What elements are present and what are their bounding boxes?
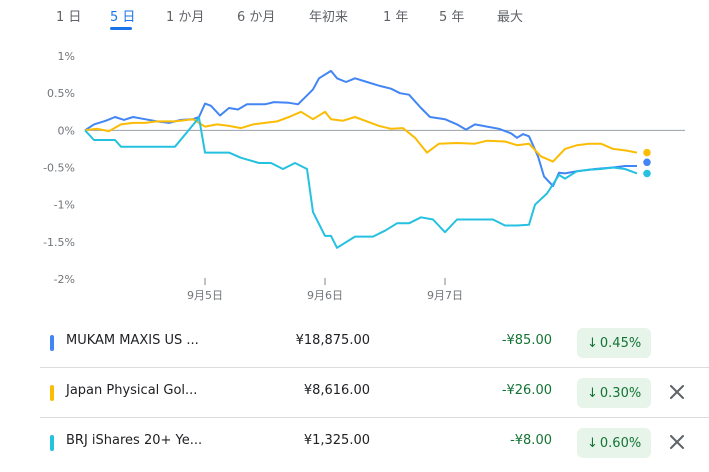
- x-tick-label: 9月6日: [307, 289, 343, 302]
- series-line-3: [84, 116, 638, 249]
- y-tick-label: -1%: [54, 199, 75, 212]
- y-tick-label: 0.5%: [47, 87, 75, 100]
- holding-row[interactable]: BRJ iShares 20+ Ye... ¥1,325.00 -¥8.00 ↓…: [40, 418, 709, 467]
- y-tick-label: -2%: [54, 273, 75, 286]
- series-line-2: [84, 110, 638, 163]
- range-tabs: 1 日 5 日 1 か月 6 か月 年初来 1 年 5 年 最大: [0, 0, 709, 36]
- active-tab-indicator: [110, 27, 132, 30]
- holding-price: ¥1,325.00: [303, 433, 370, 448]
- holding-change: -¥85.00: [501, 333, 552, 348]
- series-line-1: [84, 69, 637, 188]
- percent-change-badge: ↓ 0.30%: [577, 378, 652, 408]
- x-tick-label: 9月5日: [187, 289, 223, 302]
- series-end-marker-1: [641, 157, 653, 168]
- close-icon: [670, 435, 684, 449]
- tab-max[interactable]: 最大: [497, 6, 523, 25]
- arrow-down-icon: ↓: [587, 385, 598, 401]
- tab-5-day[interactable]: 5 日: [110, 6, 135, 25]
- arrow-down-icon: ↓: [587, 335, 598, 351]
- remove-comparison-button[interactable]: [665, 380, 689, 404]
- tab-5-year[interactable]: 5 年: [439, 6, 464, 25]
- percent-change-value: 0.60%: [599, 435, 642, 451]
- remove-comparison-button[interactable]: [665, 430, 689, 454]
- y-tick-label: -0.5%: [43, 162, 75, 175]
- y-tick-label: -1.5%: [43, 236, 75, 249]
- x-tick-label: 9月7日: [427, 289, 463, 302]
- tab-1-month[interactable]: 1 か月: [166, 6, 204, 25]
- holding-change: -¥8.00: [510, 433, 552, 448]
- comparison-chart[interactable]: 1% 0.5% 0% -0.5% -1% -1.5% -2% 9月5日 9月6日 9月7日: [0, 36, 709, 310]
- holding-price: ¥18,875.00: [295, 333, 370, 348]
- series-color-swatch: [50, 435, 54, 451]
- y-tick-label: 0%: [58, 124, 75, 137]
- holding-row[interactable]: MUKAM MAXIS US ... ¥18,875.00 -¥85.00 ↓ …: [40, 318, 709, 368]
- holding-change: -¥26.00: [501, 383, 552, 398]
- holding-row[interactable]: Japan Physical Gol... ¥8,616.00 -¥26.00 …: [40, 368, 709, 418]
- arrow-down-icon: ↓: [587, 435, 598, 451]
- percent-change-badge: ↓ 0.60%: [577, 428, 652, 458]
- close-icon: [670, 385, 684, 399]
- series-end-marker-3: [641, 168, 653, 179]
- holdings-list: MUKAM MAXIS US ... ¥18,875.00 -¥85.00 ↓ …: [40, 318, 709, 467]
- tab-6-month[interactable]: 6 か月: [237, 6, 275, 25]
- percent-change-value: 0.30%: [599, 385, 642, 401]
- holding-name: MUKAM MAXIS US ...: [66, 333, 199, 348]
- holding-name: Japan Physical Gol...: [66, 383, 198, 398]
- percent-change-badge: ↓ 0.45%: [577, 328, 652, 358]
- percent-change-value: 0.45%: [599, 335, 642, 351]
- series-end-marker-2: [641, 147, 653, 158]
- holding-price: ¥8,616.00: [303, 383, 370, 398]
- tab-ytd[interactable]: 年初来: [309, 6, 348, 25]
- tab-1-day[interactable]: 1 日: [56, 6, 81, 25]
- series-color-swatch: [50, 335, 54, 351]
- holding-name: BRJ iShares 20+ Ye...: [66, 433, 203, 448]
- series-color-swatch: [50, 385, 54, 401]
- tab-1-year[interactable]: 1 年: [383, 6, 408, 25]
- y-tick-label: 1%: [58, 50, 75, 63]
